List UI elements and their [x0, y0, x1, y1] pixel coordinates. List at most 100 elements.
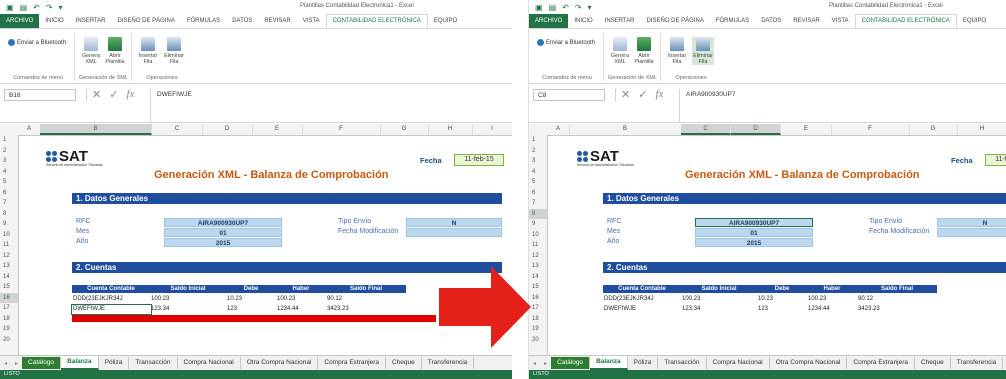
ribbon-tab-6[interactable]: REVISAR — [787, 14, 825, 28]
ribbon-tab-2[interactable]: INSERTAR — [70, 14, 112, 28]
row-header[interactable]: 20 — [529, 335, 547, 346]
row-header[interactable]: 6 — [529, 188, 547, 199]
row-header[interactable]: 16 — [529, 293, 547, 304]
sheet-tab-8[interactable]: Transferencia — [422, 357, 475, 369]
row-header[interactable]: 2 — [0, 146, 18, 157]
insertar-fila-button[interactable]: Insertar Fila — [137, 37, 159, 65]
column-header[interactable]: C — [681, 124, 731, 135]
column-header[interactable]: B — [569, 124, 682, 135]
sheet-tab-8[interactable]: Transferencia — [951, 357, 1004, 369]
row-header[interactable]: 18 — [0, 314, 18, 325]
ribbon-tab-3[interactable]: DISEÑO DE PÁGINA — [640, 14, 709, 28]
row-header[interactable]: 15 — [529, 282, 547, 293]
customize-qat-icon[interactable]: ▾ — [59, 3, 63, 12]
fecha-modificacion-value[interactable] — [406, 228, 502, 237]
table-cell[interactable]: 123 — [758, 305, 768, 313]
table-cell[interactable]: 1234.44 — [277, 305, 299, 313]
row-header[interactable]: 1 — [0, 135, 18, 146]
abrir-plantilla-button[interactable]: Abrir Plantilla — [104, 37, 126, 65]
row-header[interactable]: 12 — [0, 251, 18, 262]
enter-icon[interactable]: ✓ — [638, 88, 647, 101]
formula-input[interactable]: DWEFIWJE — [150, 89, 508, 122]
mes-value[interactable]: 01 — [164, 228, 282, 237]
name-box[interactable]: C8 — [533, 89, 605, 101]
row-header[interactable]: 4 — [529, 167, 547, 178]
enter-icon[interactable]: ✓ — [109, 88, 118, 101]
ribbon-tab-9[interactable]: EQUIPO — [957, 14, 992, 28]
anio-value[interactable]: 2015 — [164, 238, 282, 247]
sheet-tab-2[interactable]: Póliza — [628, 357, 659, 369]
row-header[interactable]: 12 — [529, 251, 547, 262]
row-header[interactable]: 3 — [529, 156, 547, 167]
row-header[interactable]: 11 — [529, 240, 547, 251]
sheet-tab-1[interactable]: Balanza — [61, 356, 99, 370]
table-cell[interactable]: 90.12 — [858, 295, 873, 303]
row-header[interactable]: 15 — [0, 282, 18, 293]
row-header[interactable]: 14 — [529, 272, 547, 283]
bluetooth-button[interactable]: Enviar a Bluetooth — [8, 39, 66, 46]
ribbon-tab-8[interactable]: CONTABILIDAD ELECTRÓNICA — [325, 14, 428, 28]
table-cell[interactable]: 1234.44 — [808, 305, 830, 313]
table-cell[interactable]: 123.34 — [682, 305, 700, 313]
tipo-envio-value[interactable]: N — [937, 218, 1006, 227]
ribbon-tab-1[interactable]: INICIO — [39, 14, 69, 28]
ribbon-tab-7[interactable]: VISTA — [297, 14, 326, 28]
row-header[interactable]: 20 — [0, 335, 18, 346]
row-header[interactable]: 17 — [0, 303, 18, 314]
row-header[interactable]: 13 — [0, 261, 18, 272]
table-cell[interactable]: 3423.23 — [327, 305, 349, 313]
row-header[interactable]: 4 — [0, 167, 18, 178]
sheet-tab-1[interactable]: Balanza — [590, 356, 628, 370]
ribbon-tab-0[interactable]: ARCHIVO — [0, 14, 40, 28]
bluetooth-button[interactable]: Enviar a Bluetooth — [537, 39, 595, 46]
genera-xml-button[interactable]: Genera XML — [609, 37, 631, 65]
ribbon-tab-5[interactable]: DATOS — [755, 14, 787, 28]
selected-cell[interactable] — [71, 304, 152, 315]
tab-scroll-left-icon[interactable]: ◂ — [0, 360, 11, 367]
tab-scroll-right-icon[interactable]: ▸ — [540, 360, 551, 367]
column-header[interactable]: G — [380, 124, 429, 135]
column-header[interactable]: F — [831, 124, 910, 135]
tab-scroll-right-icon[interactable]: ▸ — [11, 360, 22, 367]
column-header[interactable]: D — [202, 124, 253, 135]
ribbon-tab-8[interactable]: CONTABILIDAD ELECTRÓNICA — [854, 14, 957, 28]
redo-icon[interactable]: ↷ — [575, 3, 582, 12]
ribbon-tab-7[interactable]: VISTA — [826, 14, 855, 28]
column-header[interactable]: G — [909, 124, 958, 135]
row-header[interactable]: 5 — [0, 177, 18, 188]
column-header[interactable]: C — [152, 124, 203, 135]
fx-icon[interactable]: fx — [655, 88, 663, 101]
ribbon-tab-4[interactable]: FÓRMULAS — [181, 14, 226, 28]
worksheet-grid[interactable]: SAT Servicio de Administración Tributaria… — [18, 135, 512, 356]
fecha-modificacion-value[interactable] — [937, 228, 1006, 237]
row-header[interactable]: 13 — [529, 261, 547, 272]
worksheet-grid[interactable]: SAT Servicio de Administración Tributaria… — [547, 135, 1006, 356]
table-cell[interactable]: 10.23 — [758, 295, 773, 303]
row-header[interactable]: 9 — [0, 219, 18, 230]
row-header[interactable]: 7 — [0, 198, 18, 209]
row-header[interactable]: 18 — [529, 314, 547, 325]
fecha-value[interactable]: 11-feb-15 — [985, 154, 1006, 166]
ribbon-tab-0[interactable]: ARCHIVO — [529, 14, 569, 28]
table-cell[interactable]: 10.23 — [227, 295, 242, 303]
row-header[interactable]: 11 — [0, 240, 18, 251]
fx-icon[interactable]: fx — [126, 88, 134, 101]
formula-input[interactable]: AIRA900930UP7 — [679, 89, 1003, 122]
sheet-tab-4[interactable]: Compra Nacional — [178, 357, 241, 369]
eliminar-fila-button[interactable]: Eliminar Fila — [163, 37, 185, 65]
name-box[interactable]: B16 — [4, 89, 76, 101]
save-icon[interactable]: ▤ — [20, 3, 28, 12]
redo-icon[interactable]: ↷ — [46, 3, 53, 12]
column-header[interactable]: A — [18, 124, 41, 135]
table-cell[interactable]: 90.12 — [327, 295, 342, 303]
table-cell[interactable]: 3423.23 — [858, 305, 880, 313]
sheet-tab-6[interactable]: Compra Extranjera — [847, 357, 915, 369]
sheet-tab-3[interactable]: Transacción — [658, 357, 707, 369]
sheet-tab-7[interactable]: Cheque — [915, 357, 951, 369]
undo-icon[interactable]: ↶ — [562, 3, 569, 12]
table-cell[interactable]: DDD(23EJKJR34J — [604, 295, 654, 303]
save-icon[interactable]: ▤ — [549, 3, 557, 12]
row-header[interactable]: 19 — [529, 324, 547, 335]
sheet-tab-0[interactable]: Catálogo — [551, 357, 591, 369]
sheet-tab-7[interactable]: Cheque — [386, 357, 422, 369]
